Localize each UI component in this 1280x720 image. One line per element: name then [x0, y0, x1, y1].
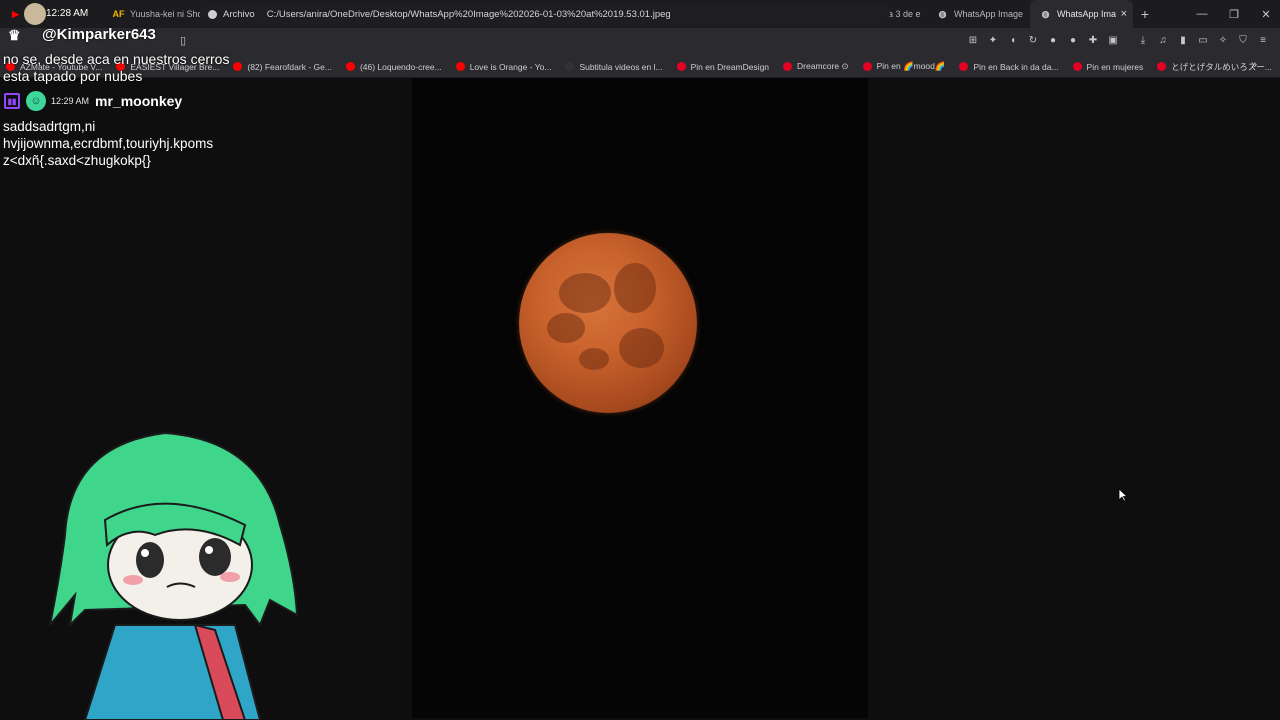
- chat-message-line: hvjijownma,ecrdbmf,touriyhj.kpoms: [3, 136, 214, 151]
- bookmark-favicon-icon: [565, 62, 575, 71]
- bookmark-favicon-icon: [1072, 62, 1082, 71]
- chat-message-line: saddsadrtgm,ni: [3, 119, 96, 134]
- bookmark-favicon-icon: [959, 62, 969, 71]
- streamer-handle: @Kimparker643: [42, 26, 156, 43]
- chat-avatar: ☺: [26, 91, 46, 111]
- extension-pink-icon[interactable]: ●: [1046, 33, 1060, 47]
- bookmark-label: Love is Orange - Yo...: [469, 61, 552, 72]
- more-bookmarks-icon[interactable]: »: [1251, 59, 1257, 71]
- bookmark-item[interactable]: Love is Orange - Yo...: [455, 61, 552, 72]
- bookmark-label: Subtitula videos en l...: [579, 61, 663, 72]
- chat-message-line: z<dxñ{.saxd<zhugkokp{}: [3, 153, 151, 168]
- address-bar[interactable]: Archivo C:/Users/anira/OneDrive/Desktop/…: [200, 4, 890, 24]
- restore-icon[interactable]: ❐: [1218, 0, 1250, 28]
- puzzle-icon[interactable]: ✚: [1086, 33, 1100, 47]
- streamer-message-line2: esta tapado por nubes: [3, 68, 143, 84]
- tab-title: WhatsApp Ima: [1057, 9, 1117, 19]
- extension-green-icon[interactable]: ●: [1066, 33, 1080, 47]
- overlay-avatar: [24, 3, 46, 25]
- close-tab-icon[interactable]: ×: [1121, 8, 1127, 20]
- overlay-clock: 12:28 AM: [46, 8, 89, 19]
- mouse-cursor-icon: [1118, 488, 1128, 502]
- bookmark-favicon-icon: [783, 62, 793, 71]
- crown-icon: ♛: [8, 27, 21, 43]
- music-icon[interactable]: ♫: [1156, 33, 1170, 47]
- moon-image: [519, 233, 697, 413]
- translate-icon[interactable]: ⊞: [966, 33, 980, 47]
- close-window-icon[interactable]: ✕: [1250, 0, 1280, 28]
- bookmark-item[interactable]: Pin en Back in da da...: [959, 61, 1059, 72]
- bookmark-favicon-icon: [676, 62, 686, 71]
- bookmark-favicon-icon: [345, 62, 355, 71]
- minimize-icon[interactable]: —: [1186, 0, 1218, 28]
- bookmark-item[interactable]: (46) Loquendo-cree...: [345, 61, 442, 72]
- tab-title: WhatsApp Image 2(: [954, 9, 1024, 19]
- url-text[interactable]: C:/Users/anira/OneDrive/Desktop/WhatsApp…: [267, 9, 671, 20]
- streamer-message-line1: no se, desde aca en nuestros cerros: [3, 51, 230, 67]
- youtube-icon: ▶: [12, 8, 19, 19]
- bookmark-item[interactable]: Subtitula videos en l...: [565, 61, 663, 72]
- bookmark-page-icon[interactable]: ▯: [180, 34, 186, 47]
- bookmark-label: (46) Loquendo-cree...: [359, 61, 442, 72]
- sound-icon[interactable]: ◖: [1006, 33, 1020, 47]
- twitch-icon: ▮▮: [4, 93, 20, 109]
- download-icon[interactable]: ⤓: [1136, 33, 1150, 47]
- bookmark-item[interactable]: Pin en DreamDesign: [676, 61, 770, 72]
- af-icon: AF: [112, 9, 125, 19]
- bookmark-item[interactable]: Pin en 🌈mood🌈: [862, 61, 946, 72]
- wallet-icon[interactable]: ▭: [1196, 33, 1210, 47]
- shield-icon[interactable]: ⛉: [1236, 33, 1250, 47]
- menu-icon[interactable]: ≡: [1256, 33, 1270, 47]
- bookmark-label: Pin en 🌈mood🌈: [876, 61, 946, 71]
- extension-icon[interactable]: ✦: [986, 33, 1000, 47]
- bookmark-favicon-icon: [862, 62, 872, 71]
- bookmark-favicon-icon: [455, 62, 465, 71]
- sidebar-icon[interactable]: ▮: [1176, 33, 1190, 47]
- bookmark-item[interactable]: Dreamcore ⊙: [783, 61, 849, 72]
- bookmark-label: Pin en mujeres: [1086, 61, 1144, 72]
- bookmark-label: Pin en Back in da da...: [973, 61, 1059, 72]
- ai-icon[interactable]: ✧: [1216, 33, 1230, 47]
- bookmark-favicon-icon: [1157, 62, 1167, 71]
- browser-tab[interactable]: ◍ WhatsApp Image 2(: [927, 0, 1030, 28]
- chat-time: 12:29 AM: [51, 96, 90, 106]
- vtuber-avatar: [49, 431, 299, 720]
- scheme-label: Archivo: [223, 8, 255, 20]
- new-tab-icon[interactable]: +: [1133, 6, 1157, 22]
- site-info-icon[interactable]: [208, 9, 217, 19]
- globe-icon: ◍: [938, 8, 947, 19]
- bookmark-item[interactable]: Pin en mujeres: [1072, 61, 1144, 72]
- bookmark-label: Pin en DreamDesign: [690, 61, 770, 72]
- tab-title: Yuusha-kei ni Shosu: [130, 9, 200, 19]
- refresh-extension-icon[interactable]: ↻: [1026, 33, 1040, 47]
- browser-tab[interactable]: ◍ WhatsApp Ima ×: [1030, 0, 1133, 28]
- bookmark-label: Dreamcore ⊙: [797, 61, 849, 71]
- chat-header: ▮▮ ☺ 12:29 AM mr_moonkey: [4, 91, 182, 111]
- chat-username: mr_moonkey: [95, 93, 183, 109]
- browser-tab[interactable]: AF Yuusha-kei ni Shosu: [103, 0, 206, 28]
- globe-icon: ◍: [1041, 8, 1050, 19]
- chat-message: saddsadrtgm,ni hvjijownma,ecrdbmf,touriy…: [3, 118, 213, 169]
- toolbar-icons: ⊞ ✦ ◖ ↻ ● ● ✚ ▣ ⤓ ♫ ▮ ▭ ✧ ⛉ ≡: [966, 33, 1270, 47]
- screenshot-icon[interactable]: ▣: [1106, 33, 1120, 47]
